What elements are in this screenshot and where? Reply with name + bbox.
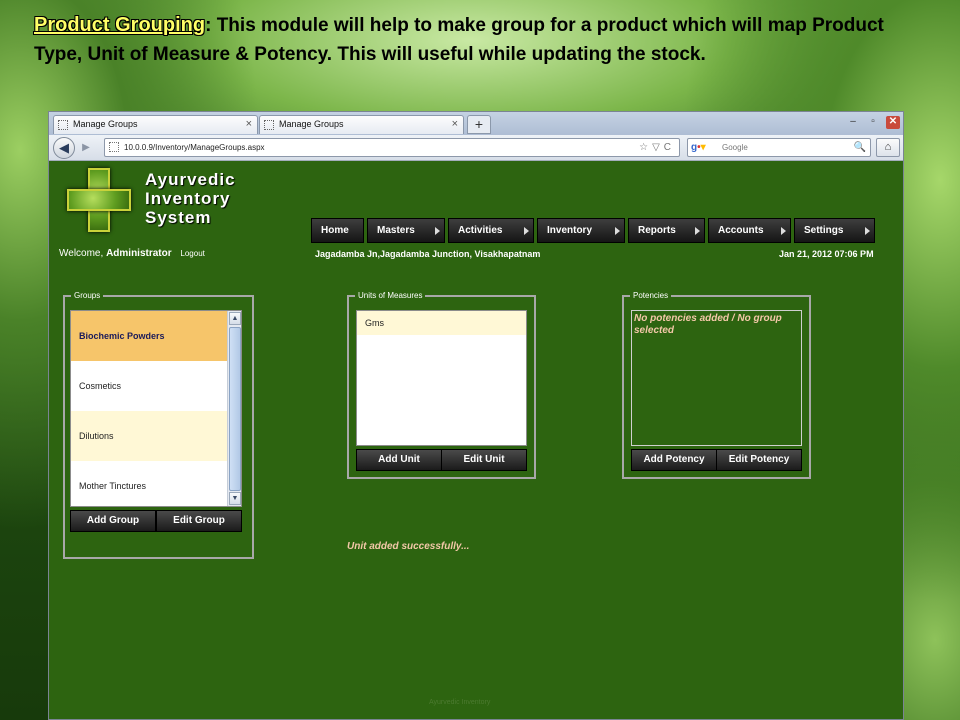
units-listbox[interactable]: Gms bbox=[356, 310, 527, 446]
forward-button[interactable]: ▶ bbox=[76, 140, 96, 156]
logout-link[interactable]: Logout bbox=[180, 249, 204, 258]
app-logo: Ayurvedic Inventory System bbox=[61, 166, 291, 246]
menu-inventory[interactable]: Inventory bbox=[537, 218, 625, 243]
add-potency-button[interactable]: Add Potency bbox=[631, 449, 717, 471]
page-icon bbox=[58, 120, 68, 130]
footer-text: Ayurvedic Inventory bbox=[429, 699, 491, 706]
navigation-bar: ◀ ▶ 10.0.0.9/Inventory/ManageGroups.aspx… bbox=[49, 135, 903, 161]
bookmark-reload-icons[interactable]: ☆▽C bbox=[639, 139, 675, 156]
tab-manage-groups-1[interactable]: Manage Groups × bbox=[53, 115, 258, 134]
search-input[interactable]: g•▾ Google 🔍 bbox=[687, 138, 871, 157]
search-icon[interactable]: 🔍 bbox=[854, 139, 866, 156]
address-bar[interactable]: 10.0.0.9/Inventory/ManageGroups.aspx ☆▽C bbox=[104, 138, 680, 157]
logo-text: Ayurvedic Inventory System bbox=[145, 170, 236, 227]
groups-scrollbar[interactable]: ▲ ▼ bbox=[227, 311, 241, 506]
page-icon bbox=[109, 142, 119, 152]
group-item-cosmetics[interactable]: Cosmetics bbox=[71, 361, 241, 411]
menu-settings[interactable]: Settings bbox=[794, 218, 875, 243]
tab-strip: Manage Groups × Manage Groups × + – ▫ ✕ bbox=[49, 112, 903, 135]
add-unit-button[interactable]: Add Unit bbox=[356, 449, 442, 471]
tab-close-icon[interactable]: × bbox=[452, 116, 458, 133]
potencies-legend: Potencies bbox=[630, 290, 672, 302]
tab-label: Manage Groups bbox=[73, 119, 138, 129]
edit-potency-button[interactable]: Edit Potency bbox=[716, 449, 802, 471]
branch-location: Jagadamba Jn,Jagadamba Junction, Visakha… bbox=[315, 249, 541, 259]
edit-group-button[interactable]: Edit Group bbox=[156, 510, 242, 532]
groups-listbox[interactable]: Biochemic Powders Cosmetics Dilutions Mo… bbox=[70, 310, 242, 507]
tab-close-icon[interactable]: × bbox=[246, 116, 252, 133]
menu-home[interactable]: Home bbox=[311, 218, 364, 243]
tab-label: Manage Groups bbox=[279, 119, 344, 129]
menu-reports[interactable]: Reports bbox=[628, 218, 705, 243]
back-button[interactable]: ◀ bbox=[53, 137, 75, 159]
groups-legend: Groups bbox=[71, 290, 104, 302]
tab-manage-groups-2[interactable]: Manage Groups × bbox=[259, 115, 464, 134]
potencies-empty-message: No potencies added / No group selected bbox=[634, 313, 782, 336]
menu-activities[interactable]: Activities bbox=[448, 218, 534, 243]
maximize-button[interactable]: ▫ bbox=[866, 116, 880, 129]
close-window-button[interactable]: ✕ bbox=[886, 116, 900, 129]
scroll-thumb[interactable] bbox=[229, 327, 241, 491]
new-tab-button[interactable]: + bbox=[467, 115, 491, 134]
welcome-text: Welcome, Administrator Logout bbox=[59, 248, 205, 259]
unit-item-gms[interactable]: Gms bbox=[357, 311, 526, 335]
groups-panel: Groups Biochemic Powders Cosmetics Dilut… bbox=[63, 290, 254, 559]
scroll-up-icon[interactable]: ▲ bbox=[229, 312, 241, 325]
units-panel: Units of Measures Gms Add Unit Edit Unit bbox=[347, 290, 536, 479]
search-placeholder: Google bbox=[722, 143, 748, 152]
minimize-button[interactable]: – bbox=[846, 116, 860, 129]
scroll-down-icon[interactable]: ▼ bbox=[229, 492, 241, 505]
menu-masters[interactable]: Masters bbox=[367, 218, 445, 243]
browser-window: Manage Groups × Manage Groups × + – ▫ ✕ … bbox=[48, 111, 904, 720]
potencies-panel: Potencies No potencies added / No group … bbox=[622, 290, 811, 479]
page-content: Ayurvedic Inventory System Welcome, Admi… bbox=[49, 161, 903, 719]
slide-title: Product Grouping: This module will help … bbox=[34, 11, 914, 69]
units-legend: Units of Measures bbox=[355, 290, 426, 302]
add-group-button[interactable]: Add Group bbox=[70, 510, 156, 532]
potencies-listbox[interactable]: No potencies added / No group selected bbox=[631, 310, 802, 446]
cross-logo-icon bbox=[67, 168, 131, 232]
edit-unit-button[interactable]: Edit Unit bbox=[441, 449, 527, 471]
current-datetime: Jan 21, 2012 07:06 PM bbox=[779, 249, 874, 259]
group-item-dilutions[interactable]: Dilutions bbox=[71, 411, 241, 461]
slide-title-highlight: Product Grouping bbox=[34, 14, 206, 36]
menu-accounts[interactable]: Accounts bbox=[708, 218, 791, 243]
group-item-mother-tinctures[interactable]: Mother Tinctures bbox=[71, 461, 241, 506]
home-button[interactable]: ⌂ bbox=[876, 138, 900, 157]
group-item-biochemic-powders[interactable]: Biochemic Powders bbox=[71, 311, 241, 361]
username: Administrator bbox=[106, 248, 172, 259]
google-icon: g•▾ bbox=[691, 142, 706, 153]
status-message: Unit added successfully... bbox=[347, 541, 470, 552]
url-text: 10.0.0.9/Inventory/ManageGroups.aspx bbox=[124, 143, 265, 152]
page-icon bbox=[264, 120, 274, 130]
